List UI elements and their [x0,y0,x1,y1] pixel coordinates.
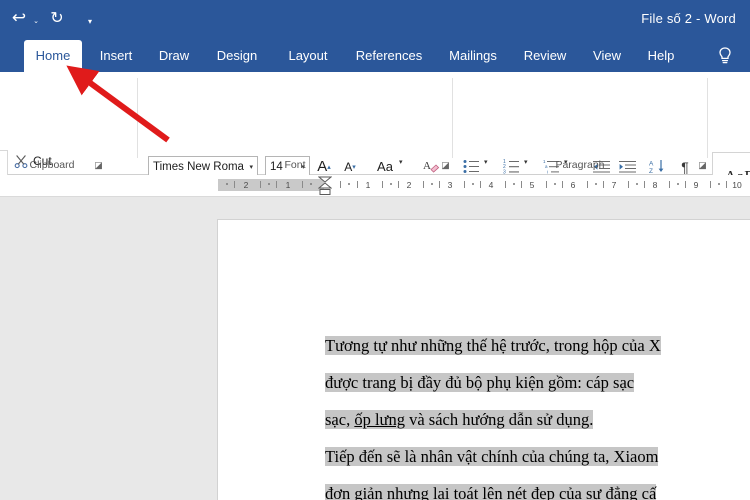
ruler-tick: 9 [693,180,699,190]
document-line-text: đơn giản nhưng lại toát lên nét đẹp của … [325,484,657,500]
ruler-tick: 1 [365,180,371,190]
redo-icon[interactable]: ↻ [46,6,68,30]
document-line[interactable]: sạc, ốp lưng và sách hướng dẫn sử dụng. [325,401,750,438]
font-group-label: Font [284,159,306,171]
document-workspace: Tương tự như những thế hệ trước, trong h… [0,197,750,500]
document-line-text: Tiếp đến sẽ là nhân vật chính của chúng … [325,447,659,466]
tab-view[interactable]: View [586,40,628,72]
document-line-text: Tương tự như những thế hệ trước, trong h… [325,336,661,355]
document-line[interactable]: đơn giản nhưng lại toát lên nét đẹp của … [325,475,750,500]
tab-mailings[interactable]: Mailings [442,40,504,72]
document-text-body[interactable]: Tương tự như những thế hệ trước, trong h… [325,327,750,500]
ruler-tick: 2 [243,180,249,190]
tab-layout[interactable]: Layout [282,40,334,72]
document-line[interactable]: được trang bị đầy đủ bộ phụ kiện gồm: cá… [325,364,750,401]
tab-insert[interactable]: Insert [92,40,140,72]
ruler[interactable]: 2 1 1 2 3 4 5 6 7 8 9 10 [0,175,750,197]
clipboard-group-label: Clipboard [29,159,75,171]
document-line[interactable]: Tương tự như những thế hệ trước, trong h… [325,327,750,364]
ruler-tick: 2 [406,180,412,190]
undo-dropdown-icon[interactable]: ⌄ [30,6,42,30]
ruler-tick: 3 [447,180,453,190]
ruler-tick: 4 [488,180,494,190]
font-dialog-launcher-icon[interactable]: ◪ [440,160,451,171]
tab-home[interactable]: Home [24,40,82,72]
customize-quick-access-toolbar-icon[interactable]: ▾ [82,6,98,30]
ruler-tick: 5 [529,180,535,190]
indent-marker-icon[interactable] [317,176,333,196]
document-page[interactable]: Tương tự như những thế hệ trước, trong h… [218,220,750,500]
title-bar: ↩ ⌄ ↻ ▾ File số 2 - Word [0,0,750,40]
ruler-tick: 1 [285,180,291,190]
document-line-text: được trang bị đầy đủ bộ phụ kiện gồm: cá… [325,373,635,392]
ruler-tick: 7 [611,180,617,190]
tab-help[interactable]: Help [640,40,682,72]
document-line-text: sạc, ốp lưng và sách hướng dẫn sử dụng. [325,410,594,429]
ribbon-tab-strip: Home Insert Draw Design Layout Reference… [0,40,750,72]
paragraph-dialog-launcher-icon[interactable]: ◪ [697,160,708,171]
ribbon: Cut Copy Format Painter Clipboard ◪ Time… [0,72,750,224]
document-line[interactable]: Tiếp đến sẽ là nhân vật chính của chúng … [325,438,750,475]
document-title: File số 2 - Word [641,11,736,26]
group-divider [137,78,138,158]
tell-me-lightbulb-icon[interactable] [714,44,736,68]
undo-icon[interactable]: ↩ [8,6,30,30]
group-divider [452,78,453,158]
paragraph-group-label: Paragraph [555,159,605,171]
tab-draw[interactable]: Draw [152,40,196,72]
tab-review[interactable]: Review [518,40,572,72]
clipboard-dialog-launcher-icon[interactable]: ◪ [93,160,104,171]
ruler-tick: 6 [570,180,576,190]
ruler-tick: 8 [652,180,658,190]
ruler-tick: 10 [732,180,742,190]
tab-design[interactable]: Design [210,40,264,72]
group-divider [707,78,708,158]
tab-references[interactable]: References [350,40,428,72]
